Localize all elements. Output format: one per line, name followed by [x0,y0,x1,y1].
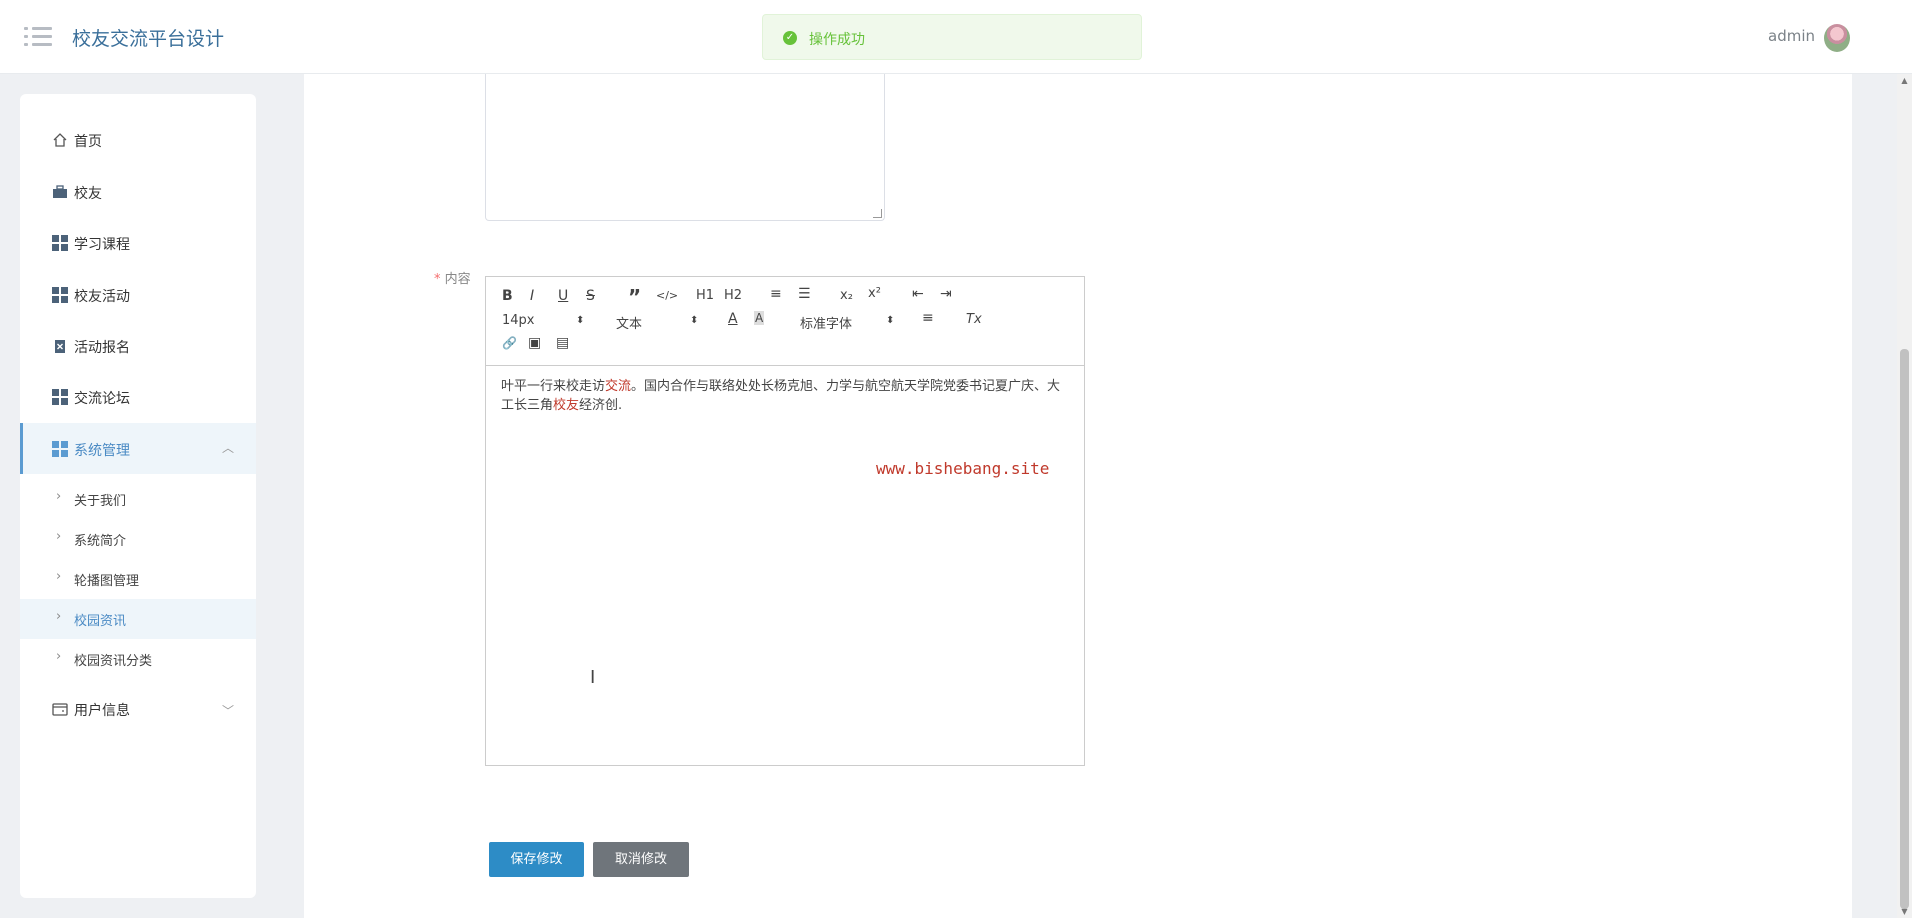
chevron-right-icon: › [56,529,62,544]
font-size-value: 14px [502,313,535,328]
link-button[interactable]: 🔗 [502,336,517,350]
sidebar-item-label: 交流论坛 [74,391,130,407]
sidebar-subitem-label: 校园资讯分类 [74,654,153,669]
avatar[interactable] [1824,24,1850,52]
image-button[interactable]: ▣ [528,335,541,351]
font-family-value: 标准字体 [800,317,853,332]
success-toast: ✓ 操作成功 [762,14,1142,60]
chevron-right-icon: › [56,649,62,664]
clipboard-icon [55,340,65,353]
superscript-button[interactable]: x² [868,286,881,301]
sidebar-item-label: 系统管理 [74,443,130,459]
bold-button[interactable]: B [502,288,513,304]
cancel-button[interactable]: 取消修改 [593,842,689,877]
sidebar-item-system[interactable]: 系统管理 ︿ [20,423,256,474]
italic-button[interactable]: I [530,288,534,304]
scroll-down-icon[interactable]: ▼ [1900,907,1909,916]
sidebar-item-activities[interactable]: 校友活动 [20,274,256,316]
sidebar-item-home[interactable]: 首页 [20,119,256,161]
indent-button[interactable]: ⇥ [940,286,952,302]
blockquote-button[interactable]: ” [628,285,641,309]
sidebar-item-label: 校友活动 [74,289,130,305]
content-text: 经济创. [579,398,623,413]
rich-text-editor[interactable]: B I U S ” </> H1 H2 ≡ ☰ x₂ x² ⇤ ⇥ 14px ⬍… [485,276,1085,766]
select-arrows-icon: ⬍ [886,315,895,326]
chevron-down-icon: ﹀ [221,704,234,718]
sidebar-subitem-carousel[interactable]: › 轮播图管理 [20,559,256,599]
sidebar-subitem-label: 系统简介 [74,534,127,549]
select-arrows-icon: ⬍ [576,315,585,326]
briefcase-icon [53,185,67,198]
grid-icon [52,441,68,457]
sidebar-subitem-news[interactable]: › 校园资讯 [20,599,256,639]
font-size-select[interactable]: 14px ⬍ [502,313,586,331]
clear-format-button[interactable]: Tx [966,312,982,327]
home-icon [53,133,67,147]
background-color-button[interactable]: A [754,311,765,325]
scroll-thumb[interactable] [1900,349,1909,909]
sidebar-item-registration[interactable]: 活动报名 [20,325,256,367]
sidebar-subitem-about[interactable]: › 关于我们 [20,479,256,519]
resize-handle[interactable] [873,209,882,218]
summary-textarea[interactable] [485,74,885,221]
grid-icon [52,389,68,405]
editor-toolbar: B I U S ” </> H1 H2 ≡ ☰ x₂ x² ⇤ ⇥ 14px ⬍… [486,277,1084,366]
watermark-text: www.bishebang.site [876,459,1050,478]
sidebar-item-label: 用户信息 [74,703,130,719]
chevron-right-icon: › [56,489,62,504]
block-format-value: 文本 [616,317,643,332]
sidebar-subitem-intro[interactable]: › 系统简介 [20,519,256,559]
font-family-select[interactable]: 标准字体 ⬍ [800,313,896,332]
underline-button[interactable]: U [558,288,568,304]
sidebar-item-label: 活动报名 [74,340,130,356]
menu-toggle-icon[interactable] [24,24,52,48]
sidebar-subitem-news-category[interactable]: › 校园资讯分类 [20,639,256,679]
sidebar-item-label: 校友 [74,186,102,202]
chevron-right-icon: › [56,569,62,584]
content-text: 叶平一行来校走访 [501,379,606,394]
app-title: 校友交流平台设计 [72,28,225,50]
bullet-list-button[interactable]: ☰ [798,286,811,302]
code-button[interactable]: </> [656,289,678,302]
text-color-button[interactable]: A [728,311,738,327]
align-button[interactable]: ≡ [922,310,934,326]
strike-button[interactable]: S [586,288,595,304]
wallet-icon [52,703,68,716]
vertical-scrollbar[interactable]: ▲ ▼ [1897,74,1912,918]
sidebar-item-users[interactable]: 用户信息 ﹀ [20,688,256,730]
sidebar-subitem-label: 轮播图管理 [74,574,140,589]
sidebar: 首页 校友 学习课程 校友活动 活动报名 交流论坛 系统管理 ︿ › 关于我们 … [20,94,256,898]
username[interactable]: admin [1768,27,1815,45]
check-circle-icon: ✓ [783,31,797,45]
scroll-up-icon[interactable]: ▲ [1900,76,1909,85]
content-highlight: 校友 [553,398,580,413]
toast-message: 操作成功 [809,32,865,48]
sidebar-item-courses[interactable]: 学习课程 [20,222,256,264]
select-arrows-icon: ⬍ [690,315,699,326]
chevron-up-icon: ︿ [221,441,234,455]
editor-content[interactable]: 叶平一行来校走访交流。国内合作与联络处处长杨克旭、力学与航空航天学院党委书记夏广… [501,377,1071,415]
h2-button[interactable]: H2 [724,288,742,303]
sidebar-item-label: 学习课程 [74,237,130,253]
grid-icon [52,235,68,251]
sidebar-subitem-label: 关于我们 [74,494,127,509]
sidebar-item-alumni[interactable]: 校友 [20,171,256,213]
outdent-button[interactable]: ⇤ [912,286,924,302]
grid-icon [52,287,68,303]
sidebar-item-label: 首页 [74,134,102,150]
content-label: * 内容 [434,272,471,287]
sidebar-item-forum[interactable]: 交流论坛 [20,376,256,418]
video-button[interactable]: ▤ [556,335,569,351]
chevron-right-icon: › [56,609,62,624]
ordered-list-button[interactable]: ≡ [770,286,782,302]
sidebar-subitem-label: 校园资讯 [74,614,127,629]
content-highlight: 交流 [605,379,632,394]
h1-button[interactable]: H1 [696,288,714,303]
top-bar: 校友交流平台设计 ✓ 操作成功 admin [0,0,1912,74]
text-cursor-icon: I [590,667,596,688]
subscript-button[interactable]: x₂ [840,288,853,303]
block-format-select[interactable]: 文本 ⬍ [616,313,700,332]
save-button[interactable]: 保存修改 [489,842,584,877]
